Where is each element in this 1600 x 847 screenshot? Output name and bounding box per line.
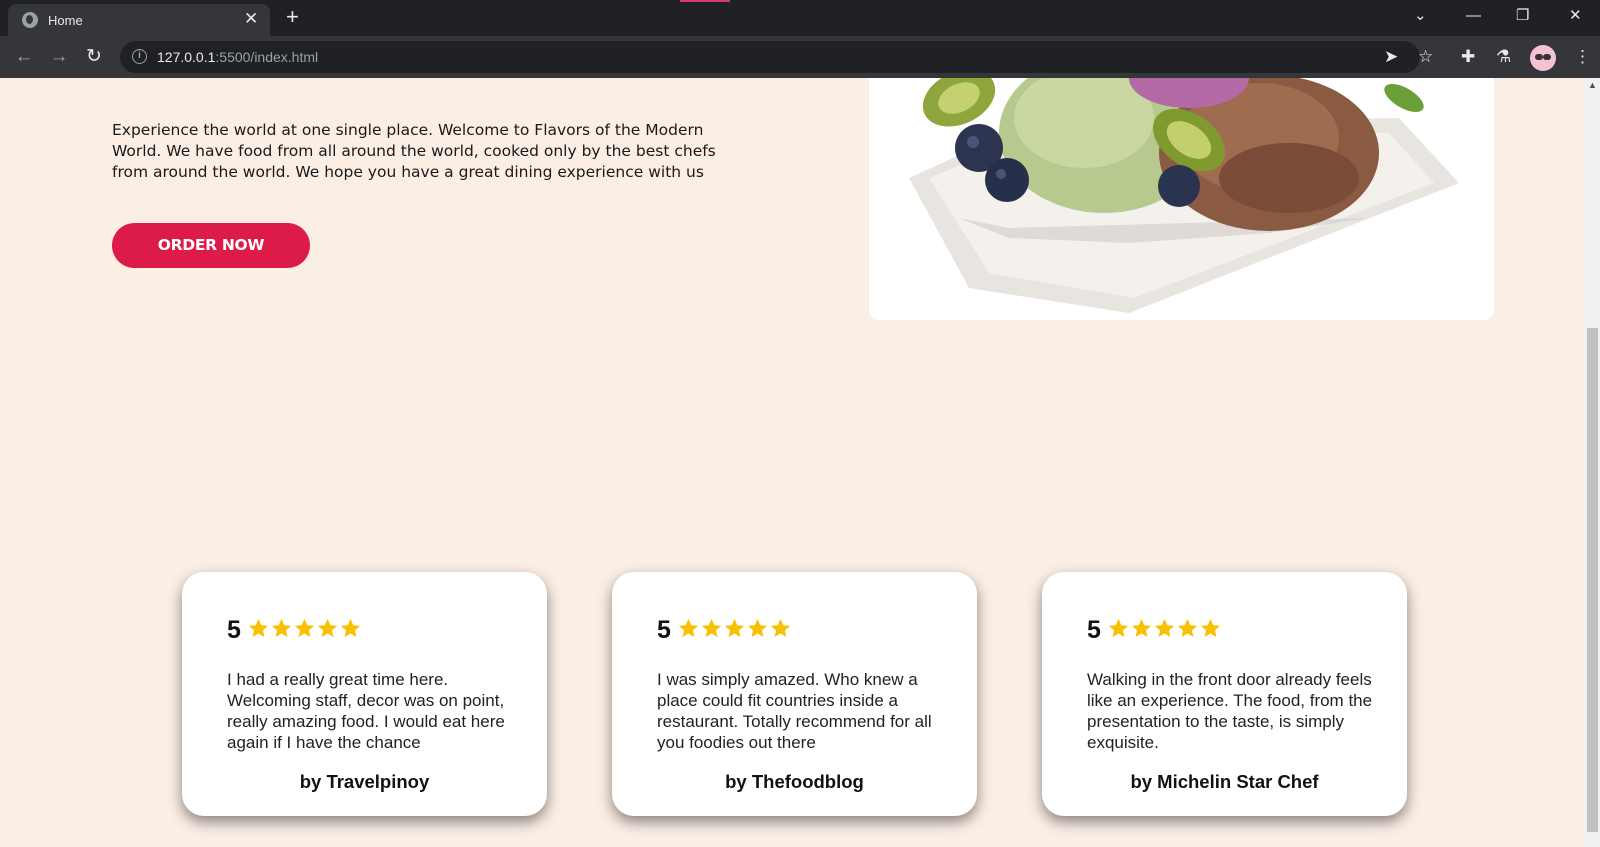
- minimize-button[interactable]: —: [1466, 4, 1481, 28]
- star-icon: [294, 618, 314, 637]
- rating-score: 5: [657, 616, 671, 644]
- scroll-up-arrow-icon[interactable]: ▲: [1585, 80, 1600, 94]
- menu-kebab-icon[interactable]: ⋮: [1574, 45, 1591, 69]
- extensions-puzzle-icon[interactable]: ✚: [1461, 45, 1475, 69]
- intro-text: Experience the world at one single place…: [112, 121, 716, 181]
- review-text: Walking in the front door already feels …: [1087, 670, 1373, 752]
- star-icon: [747, 618, 767, 637]
- close-tab-icon[interactable]: ✕: [244, 9, 258, 29]
- review-card: 5 I had a really great time here. Welcom…: [182, 572, 547, 816]
- star-rating: [247, 617, 362, 645]
- tab-search-icon[interactable]: ⌄: [1414, 4, 1427, 28]
- star-icon: [770, 618, 790, 637]
- browser-tab-home[interactable]: Home ✕: [8, 4, 270, 36]
- star-icon: [678, 618, 698, 637]
- close-window-button[interactable]: ✕: [1569, 4, 1582, 28]
- star-rating: [677, 617, 792, 645]
- review-text: I was simply amazed. Who knew a place co…: [657, 670, 932, 752]
- tab-strip-accent: [680, 0, 730, 2]
- reload-icon[interactable]: ↻: [82, 45, 106, 69]
- scrollbar-thumb[interactable]: [1587, 328, 1598, 832]
- bookmark-star-icon[interactable]: ☆: [1418, 47, 1433, 67]
- address-bar[interactable]: i 127.0.0.1:5500/index.html ➤ ☆: [120, 41, 1433, 73]
- ice-cream-dessert-image: [869, 78, 1494, 320]
- restore-button[interactable]: ❐: [1516, 4, 1529, 28]
- order-now-button[interactable]: ORDER NOW: [112, 223, 310, 268]
- globe-icon: [22, 12, 38, 28]
- review-card: 5 I was simply amazed. Who knew a place …: [612, 572, 977, 816]
- browser-toolbar: ← → ↻ i 127.0.0.1:5500/index.html ➤ ☆ ✚ …: [0, 36, 1600, 78]
- url-text[interactable]: 127.0.0.1:5500/index.html: [157, 49, 318, 65]
- star-icon: [1177, 618, 1197, 637]
- review-text: I had a really great time here. Welcomin…: [227, 670, 505, 752]
- star-icon: [248, 618, 268, 637]
- back-arrow-icon[interactable]: ←: [12, 45, 36, 69]
- rating: 5: [657, 616, 792, 645]
- rating-score: 5: [1087, 616, 1101, 644]
- review-author: by Thefoodblog: [725, 771, 864, 792]
- star-icon: [317, 618, 337, 637]
- review-author: by Michelin Star Chef: [1130, 771, 1319, 792]
- star-rating: [1107, 617, 1222, 645]
- star-icon: [1154, 618, 1174, 637]
- rating-score: 5: [227, 616, 241, 644]
- review-card: 5 Walking in the front door already feel…: [1042, 572, 1407, 816]
- star-icon: [1108, 618, 1128, 637]
- forward-arrow-icon[interactable]: →: [47, 45, 71, 69]
- info-icon[interactable]: i: [132, 49, 147, 64]
- star-icon: [701, 618, 721, 637]
- star-icon: [724, 618, 744, 637]
- new-tab-button[interactable]: +: [286, 4, 299, 30]
- star-icon: [1200, 618, 1220, 637]
- rating: 5: [227, 616, 362, 645]
- star-icon: [271, 618, 291, 637]
- profile-avatar[interactable]: [1530, 45, 1556, 71]
- rating: 5: [1087, 616, 1222, 645]
- labs-flask-icon[interactable]: ⚗: [1496, 45, 1511, 69]
- review-author: by Travelpinoy: [299, 771, 430, 792]
- send-icon[interactable]: ➤: [1384, 47, 1398, 67]
- star-icon: [1131, 618, 1151, 637]
- star-icon: [340, 618, 360, 637]
- browser-tab-bar: Home ✕ + ⌄ — ❐ ✕: [0, 0, 1600, 36]
- tab-title: Home: [48, 13, 83, 28]
